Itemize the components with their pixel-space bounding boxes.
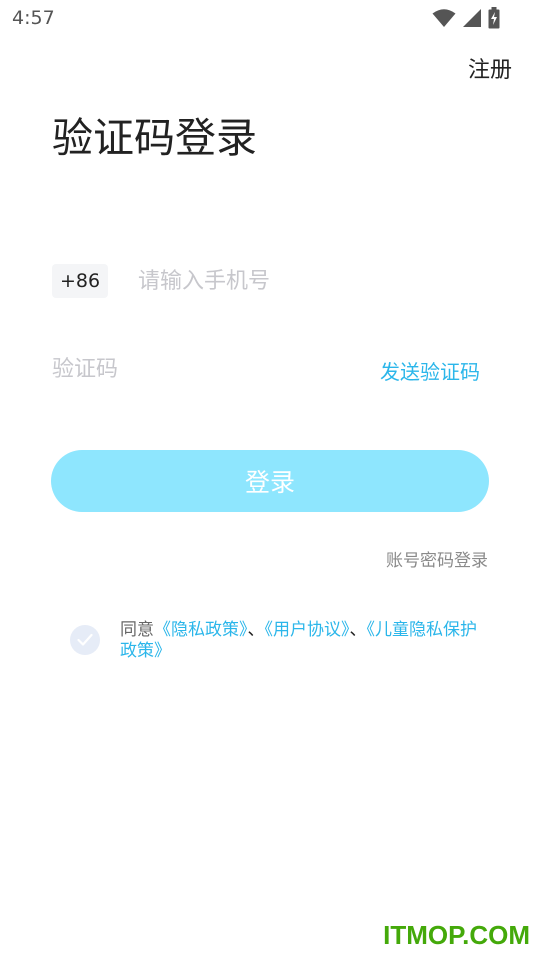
battery-charging-icon [488, 7, 500, 29]
user-agreement-link[interactable]: 《用户协议》 [265, 620, 350, 640]
agreement-checkbox[interactable] [70, 625, 100, 655]
separator: 、 [247, 620, 265, 640]
phone-row: +86 [52, 264, 488, 298]
send-code-button[interactable]: 发送验证码 [380, 356, 480, 385]
verification-row: 发送验证码 [52, 352, 482, 386]
password-login-link[interactable]: 账号密码登录 [386, 546, 488, 571]
status-bar: 4:57 [0, 0, 540, 36]
phone-input[interactable] [138, 264, 438, 298]
watermark: ITMOP.COM [383, 920, 530, 950]
signal-icon [463, 9, 481, 27]
register-link[interactable]: 注册 [468, 52, 512, 84]
agreement-text: 同意《隐私政策》、《用户协议》、《儿童隐私保护政策》 [120, 620, 490, 662]
page-title: 验证码登录 [52, 114, 257, 162]
wifi-icon [432, 9, 456, 27]
verification-code-input[interactable] [52, 352, 312, 386]
status-time: 4:57 [12, 7, 55, 29]
status-icons [432, 7, 500, 29]
country-code-selector[interactable]: +86 [52, 264, 108, 298]
privacy-policy-link[interactable]: 《隐私政策》 [154, 620, 248, 640]
agreement-prefix: 同意 [120, 620, 154, 640]
login-button[interactable]: 登录 [51, 450, 489, 512]
check-icon [77, 633, 93, 646]
separator: 、 [349, 620, 367, 640]
